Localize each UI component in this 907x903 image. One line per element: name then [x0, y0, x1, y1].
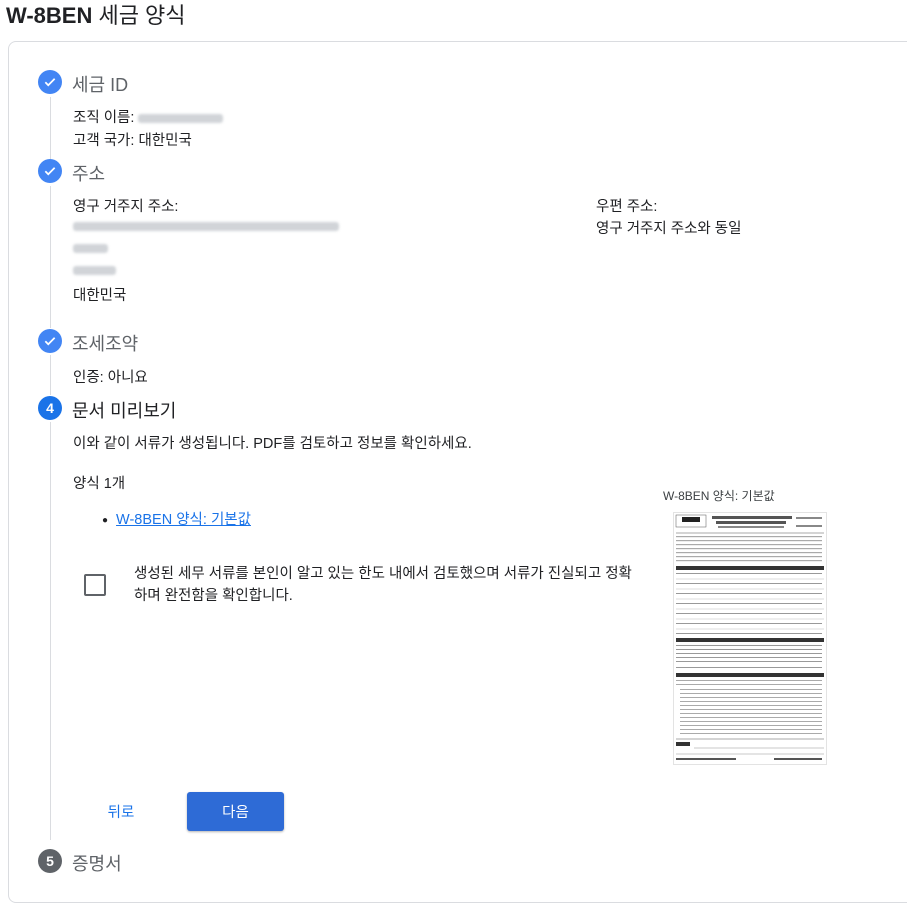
step-title-address: 주소 — [72, 164, 106, 184]
step-title-treaty: 조세조약 — [72, 334, 139, 354]
form-card — [8, 41, 907, 903]
consent-checkbox[interactable] — [84, 574, 106, 596]
step-connector — [50, 97, 51, 159]
step-complete-checkmark-icon — [38, 70, 62, 94]
customer-country: 고객 국가: 대한민국 — [73, 133, 192, 149]
next-button[interactable]: 다음 — [187, 792, 284, 831]
org-name-label: 조직 이름: — [73, 110, 135, 126]
permanent-address-label: 영구 거주지 주소: — [73, 199, 179, 215]
redacted-address — [73, 218, 339, 234]
step-number-4: 4 — [38, 396, 62, 420]
step-connector — [50, 355, 51, 395]
consent-text: 생성된 세무 서류를 본인이 알고 있는 한도 내에서 검토했으며 서류가 진실… — [134, 566, 632, 604]
forms-count: 양식 1개 — [73, 476, 126, 492]
back-button[interactable]: 뒤로 — [96, 796, 146, 826]
form-link[interactable]: W-8BEN 양식: 기본값 — [116, 512, 251, 528]
step-title-tax-id: 세금 ID — [72, 75, 129, 95]
mailing-address-label: 우편 주소: — [596, 199, 658, 215]
redacted-address — [73, 240, 108, 256]
step-title-certificate: 증명서 — [72, 854, 122, 874]
step-number-5: 5 — [38, 849, 62, 873]
preview-description: 이와 같이 서류가 생성됩니다. PDF를 검토하고 정보를 확인하세요. — [73, 436, 472, 452]
redacted-org-name — [138, 113, 224, 123]
form-list-item: ● W-8BEN 양식: 기본값 — [102, 508, 251, 529]
step-connector — [50, 186, 51, 328]
mailing-address-value: 영구 거주지 주소와 동일 — [596, 221, 742, 237]
step-complete-checkmark-icon — [38, 329, 62, 353]
w8ben-form-thumbnail[interactable] — [673, 512, 827, 765]
org-name-line: 조직 이름: — [73, 106, 224, 127]
bullet-icon: ● — [102, 514, 109, 526]
step-complete-checkmark-icon — [38, 159, 62, 183]
redacted-address — [73, 262, 116, 278]
thumbnail-caption: W-8BEN 양식: 기본값 — [663, 489, 775, 503]
page-title: W-8BEN 세금 양식 — [6, 3, 186, 28]
treaty-certification: 인증: 아니요 — [73, 370, 148, 386]
form-thumbnail-graphic — [675, 514, 824, 760]
step-connector — [50, 422, 51, 840]
step-title-document-preview: 문서 미리보기 — [72, 401, 177, 421]
address-country: 대한민국 — [73, 288, 127, 304]
